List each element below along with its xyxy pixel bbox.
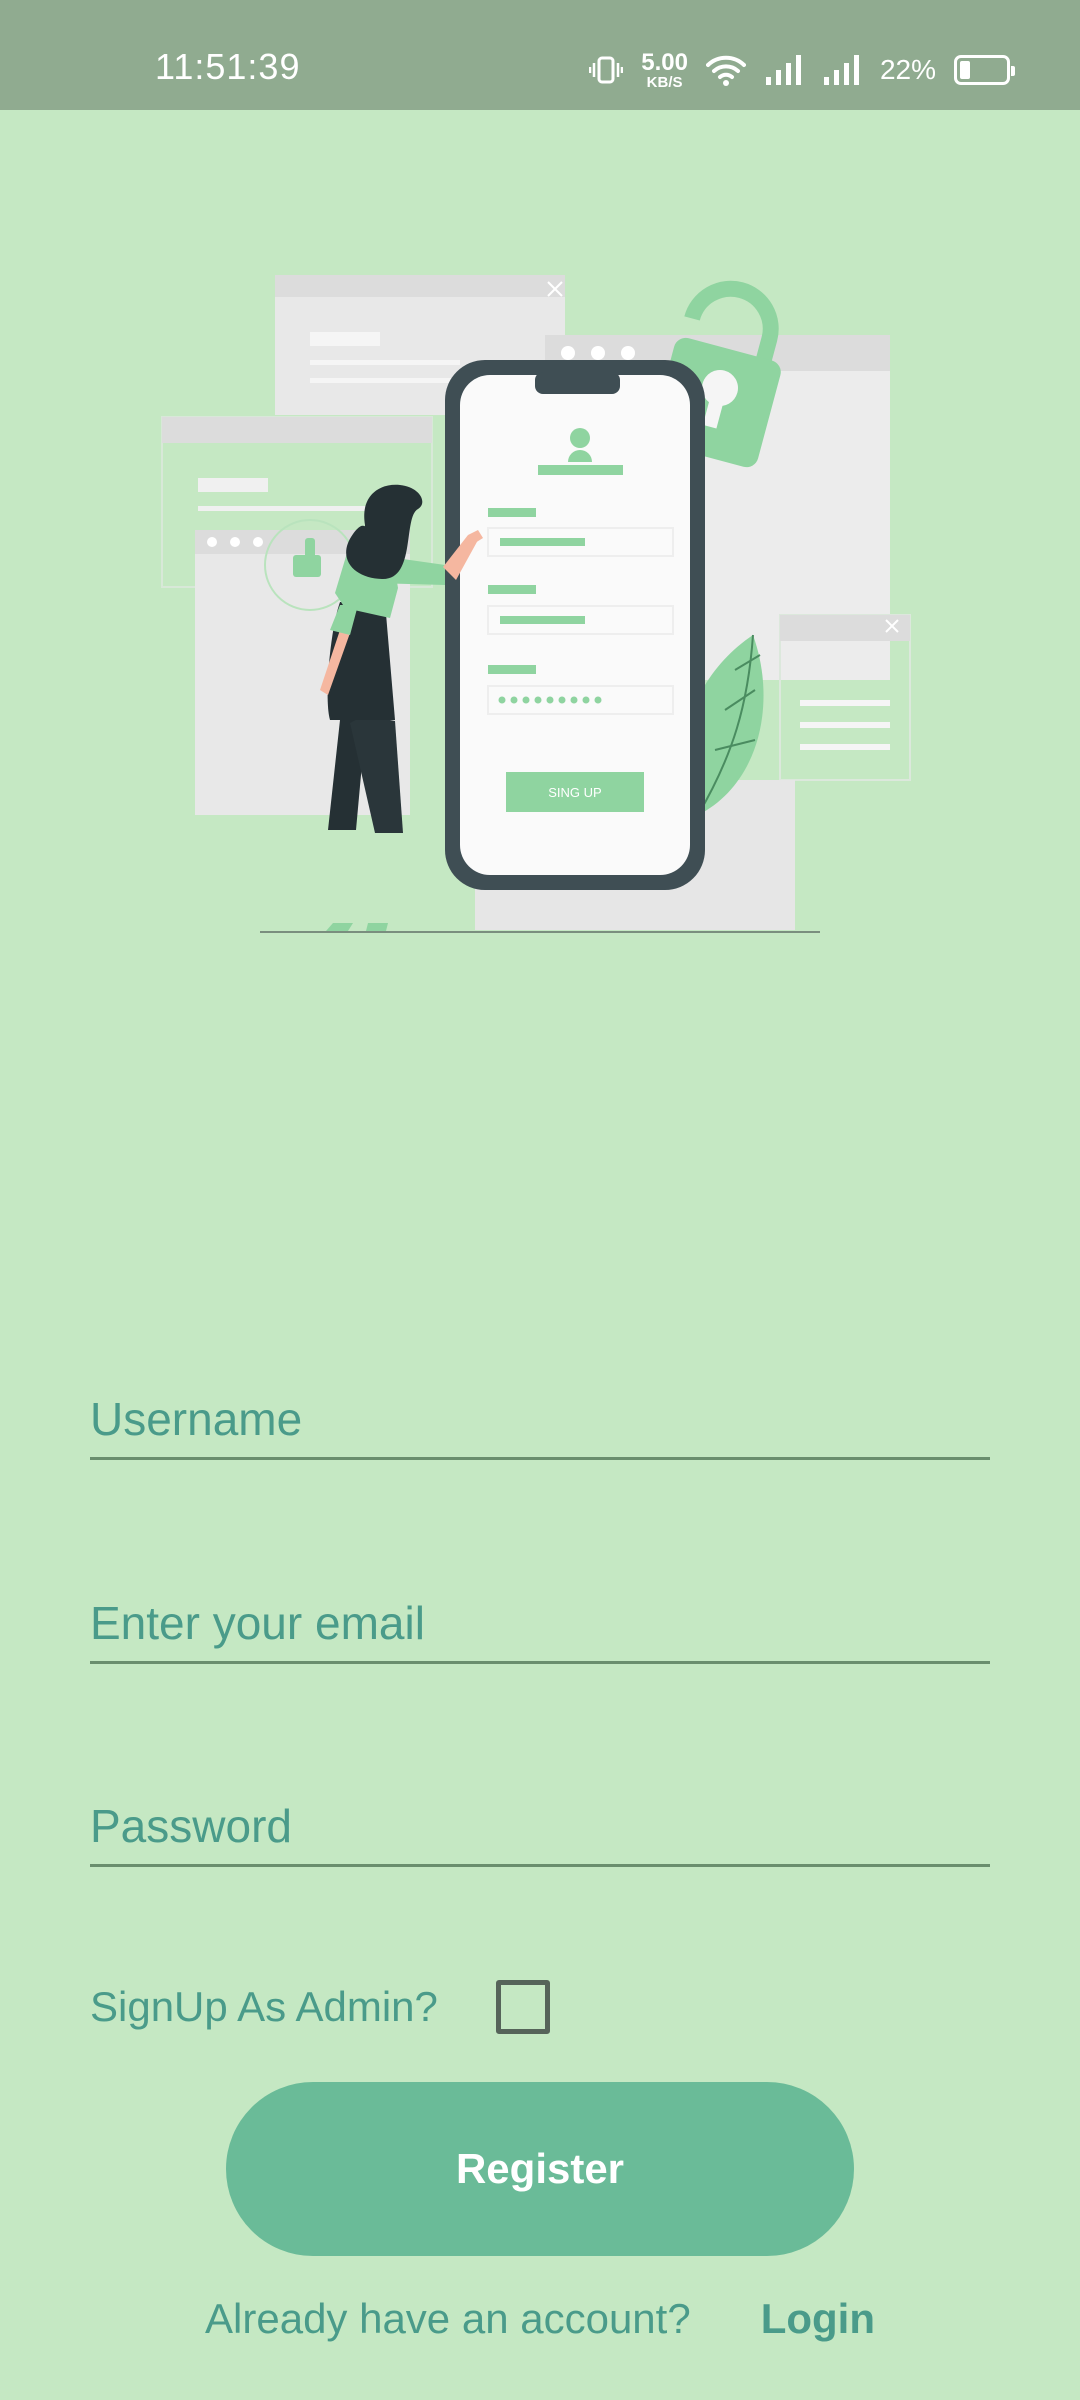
admin-signup-checkbox[interactable] (495, 1980, 550, 2034)
admin-signup-row: SignUp As Admin? (90, 1980, 550, 2034)
login-prompt: Already have an account? (205, 2295, 691, 2342)
email-input[interactable] (90, 1564, 990, 1661)
status-bar: 11:51:39 5.00 KB/S 22% (0, 0, 1080, 110)
signal-icon (823, 55, 859, 85)
battery-icon (954, 55, 1015, 85)
username-input[interactable] (90, 1360, 990, 1457)
password-input[interactable] (90, 1767, 990, 1864)
admin-signup-label: SignUp As Admin? (90, 1983, 438, 2030)
vibrate-icon (589, 56, 624, 84)
signup-illustration: SING UP (161, 275, 911, 933)
status-icons: 5.00 KB/S 22% (589, 48, 1015, 92)
login-link[interactable]: Login (761, 2295, 875, 2342)
net-speed-unit: KB/S (646, 73, 683, 91)
email-field[interactable] (90, 1564, 990, 1664)
register-button[interactable]: Register (226, 2082, 854, 2256)
password-field[interactable] (90, 1767, 990, 1867)
signal-icon (765, 55, 801, 85)
username-field[interactable] (90, 1360, 990, 1460)
status-time: 11:51:39 (155, 46, 301, 87)
login-row: Already have an account? Login (0, 2295, 1080, 2343)
net-speed: 5.00 KB/S (641, 48, 688, 91)
net-speed-value: 5.00 (641, 48, 688, 76)
battery-percent: 22% (879, 54, 936, 85)
wifi-icon (705, 55, 746, 86)
illustration-signup-label: SING UP (548, 785, 601, 800)
